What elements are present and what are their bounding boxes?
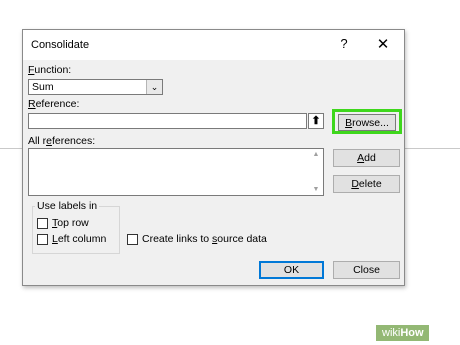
create-links-checkbox[interactable] (127, 234, 138, 245)
ok-button[interactable]: OK (259, 261, 324, 279)
close-icon[interactable]: ✕ (375, 35, 391, 53)
left-column-checkbox[interactable] (37, 234, 48, 245)
top-row-checkbox[interactable] (37, 218, 48, 229)
reference-label: Reference: (28, 98, 80, 110)
consolidate-dialog: Consolidate ? ✕ Function: Sum ⌄ Referenc… (22, 29, 405, 286)
reference-input[interactable] (28, 113, 307, 129)
list-scrollbar[interactable]: ▲ ▼ (309, 149, 323, 195)
create-links-label[interactable]: Create links to source data (142, 233, 267, 245)
function-value: Sum (32, 81, 54, 93)
delete-button[interactable]: Delete (333, 175, 400, 193)
add-button[interactable]: Add (333, 149, 400, 167)
title-bar: Consolidate ? ✕ (23, 30, 404, 60)
background-line-left (0, 148, 22, 149)
function-dropdown[interactable]: Sum ⌄ (28, 79, 163, 95)
dialog-title: Consolidate (31, 39, 90, 51)
browse-highlight: Browse... (332, 109, 402, 134)
help-button[interactable]: ? (337, 36, 351, 51)
wikihow-watermark: wikiHow (376, 325, 429, 341)
left-column-label[interactable]: Left column (52, 233, 106, 245)
all-references-label: All references: (28, 135, 96, 147)
top-row-label[interactable]: Top row (52, 217, 89, 229)
all-references-list[interactable]: ▲ ▼ (28, 148, 324, 196)
close-button[interactable]: Close (333, 261, 400, 279)
scroll-up-icon[interactable]: ▲ (309, 151, 323, 158)
background-line-right (405, 148, 460, 149)
use-labels-legend: Use labels in (35, 200, 100, 212)
use-labels-group: Use labels in (32, 200, 120, 254)
collapse-arrow-icon[interactable]: ⬆ (308, 113, 324, 129)
browse-button[interactable]: Browse... (338, 114, 396, 131)
scroll-down-icon[interactable]: ▼ (309, 186, 323, 193)
function-label: Function: (28, 64, 72, 76)
chevron-down-icon[interactable]: ⌄ (146, 80, 162, 94)
